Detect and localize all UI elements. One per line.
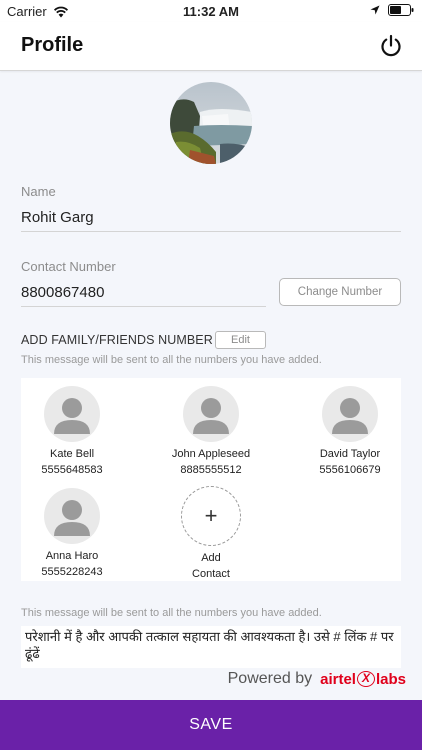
contact-number: 5555228243 [41,566,103,578]
name-field[interactable]: Rohit Garg [21,209,94,226]
add-contact-label-2: Contact [192,568,230,580]
airtel-x-labs-logo: airtel X labs [320,671,406,688]
contacts-card: Kate Bell 5555648583 John Appleseed 8885… [21,378,401,581]
person-icon [193,398,229,434]
save-button[interactable]: SAVE [0,700,422,750]
brand-right: labs [375,670,406,688]
contact-name: Kate Bell [49,448,95,460]
power-button[interactable] [378,33,404,59]
contact-name: John Appleseed [171,448,251,460]
power-icon [381,34,401,57]
powered-by-text: Powered by [227,670,313,687]
status-time: 11:32 AM [183,4,239,19]
status-bar: Carrier 11:32 AM [0,0,422,22]
family-section-title: ADD FAMILY/FRIENDS NUMBER [21,333,213,347]
contact-item[interactable]: Anna Haro 5555228243 [17,488,127,578]
contact-number: 5555648583 [41,464,103,476]
contact-name: Anna Haro [45,550,99,562]
name-underline [21,231,401,232]
contact-item[interactable]: David Taylor 5556106679 [295,386,405,476]
message-hint-text: This message will be sent to all the num… [21,607,322,619]
brand-mark: X [356,671,375,687]
add-contact-button[interactable]: + Add Contact [156,486,266,580]
person-icon [54,398,90,434]
contact-avatar [183,386,239,442]
contact-number-label: Contact Number [21,259,116,274]
person-icon [54,500,90,536]
name-label: Name [21,184,56,199]
profile-photo [170,82,252,164]
contact-avatar [322,386,378,442]
contact-name: David Taylor [319,448,381,460]
profile-avatar[interactable] [170,82,252,164]
family-hint-text: This message will be sent to all the num… [21,354,322,366]
contact-number: 5556106679 [319,464,381,476]
contact-number-field[interactable]: 8800867480 [21,284,104,301]
brand-left: airtel [320,670,356,688]
nav-bar: Profile [0,22,422,71]
location-arrow-icon [370,5,380,15]
plus-icon: + [181,486,241,546]
powered-by: Powered by airtel X labs [228,670,406,688]
contact-avatar [44,488,100,544]
battery-icon [388,4,414,16]
contact-number-underline [21,306,266,307]
message-text-field[interactable]: परेशानी में है और आपकी तत्काल सहायता की … [21,626,401,668]
edit-button[interactable]: Edit [215,331,266,349]
contact-number: 8885555512 [180,464,242,476]
status-right [370,4,414,16]
person-icon [332,398,368,434]
add-contact-label-1: Add [201,552,221,564]
contact-avatar [44,386,100,442]
page-title: Profile [21,34,84,56]
contact-item[interactable]: Kate Bell 5555648583 [17,386,127,476]
change-number-button[interactable]: Change Number [279,278,401,306]
contact-item[interactable]: John Appleseed 8885555512 [156,386,266,476]
